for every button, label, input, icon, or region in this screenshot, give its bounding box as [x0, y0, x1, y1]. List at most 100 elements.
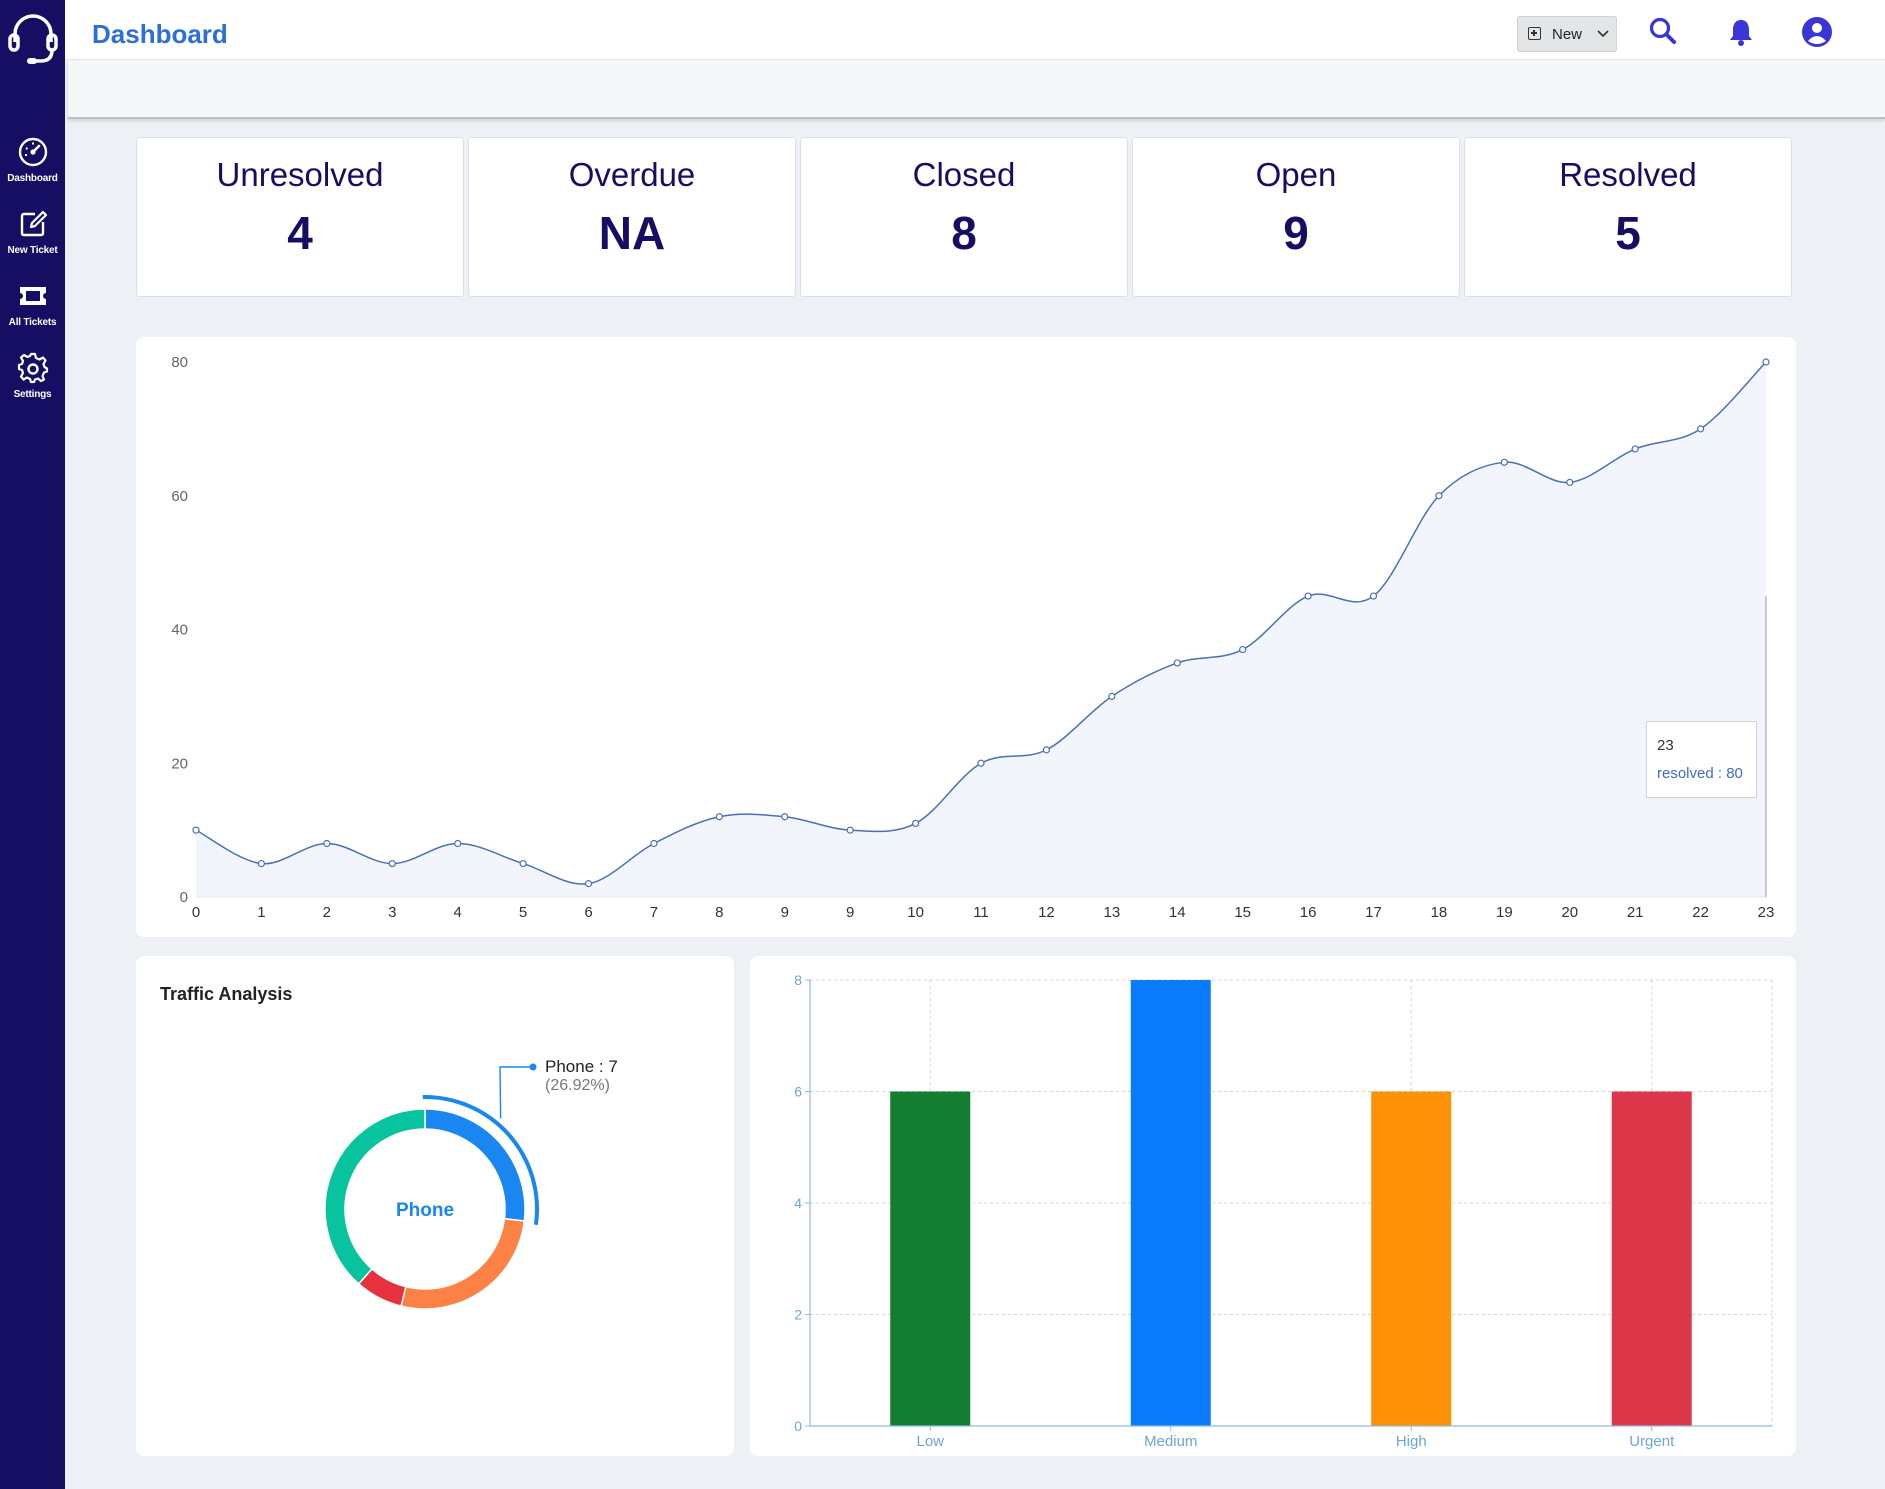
- x-tick-label: 6: [584, 904, 592, 921]
- donut-slice: [324, 1108, 426, 1285]
- y-tick-label: 2: [794, 1307, 802, 1323]
- data-point: [1042, 746, 1051, 754]
- stat-label: Unresolved: [216, 156, 384, 193]
- data-point: [650, 839, 658, 848]
- stat-card-resolved[interactable]: Resolved 5: [1464, 137, 1792, 297]
- data-point: [1108, 692, 1116, 700]
- stat-value: 5: [1615, 207, 1641, 259]
- sidebar-item-label: Settings: [13, 389, 52, 400]
- new-dropdown-button[interactable]: New: [1517, 16, 1617, 52]
- data-point: [257, 859, 266, 868]
- stat-value: 8: [951, 207, 977, 259]
- data-point: [715, 813, 723, 821]
- stat-value: 9: [1283, 207, 1309, 259]
- data-point: [584, 880, 593, 888]
- data-point: [1239, 645, 1247, 654]
- data-point: [1500, 458, 1508, 466]
- x-tick-label: 0: [192, 904, 200, 921]
- x-tick-label: 7: [650, 904, 658, 921]
- data-point: [1369, 592, 1378, 600]
- data-point: [1435, 492, 1443, 500]
- data-point: [977, 759, 985, 767]
- speedometer-icon: [18, 137, 47, 167]
- data-point: [1631, 445, 1639, 453]
- data-point: [1696, 425, 1705, 433]
- x-tick-label: 2: [323, 904, 331, 921]
- stat-card-overdue[interactable]: Overdue NA: [468, 137, 796, 297]
- x-tick-label: 11: [973, 904, 989, 921]
- y-tick-label: 0: [794, 1418, 802, 1434]
- sidebar-item-new-ticket[interactable]: New Ticket: [0, 208, 65, 256]
- x-tick-label: Low: [916, 1433, 944, 1450]
- top-bar: Dashboard New: [65, 0, 1885, 60]
- gear-icon: [17, 352, 48, 384]
- y-tick-label: 80: [171, 354, 188, 371]
- x-tick-label: 4: [453, 904, 461, 921]
- stat-label: Overdue: [568, 156, 696, 193]
- x-tick-label: Urgent: [1629, 1433, 1675, 1450]
- sidebar-item-all-tickets[interactable]: All Tickets: [0, 280, 65, 328]
- resolved-line-chart-panel: 0 20 40 60 80 0 1 2 3 4 5 6 7 8 9 9 10 11 12 13 14 15 16 17 18 19…: [136, 337, 1796, 937]
- data-point: [323, 839, 331, 848]
- y-tick-label: 60: [171, 488, 188, 505]
- stat-card-closed[interactable]: Closed 8: [800, 137, 1128, 297]
- stat-card-unresolved[interactable]: Unresolved 4: [136, 137, 464, 297]
- slice-label-leader-line: [499, 1066, 533, 1119]
- data-point: [911, 819, 920, 828]
- stat-label: Open: [1255, 156, 1337, 193]
- resolved-area-fill: [196, 362, 1766, 897]
- x-tick-label: 17: [1365, 904, 1382, 921]
- x-tick-label: 22: [1692, 904, 1709, 921]
- data-point: [846, 826, 854, 834]
- sidebar-item-label: New Ticket: [7, 245, 58, 256]
- x-tick-label: 10: [907, 904, 924, 921]
- data-point: [1173, 659, 1181, 667]
- x-tick-label: Medium: [1144, 1433, 1197, 1450]
- page-title: Dashboard: [92, 19, 228, 49]
- x-tick-label: 21: [1627, 904, 1644, 921]
- chevron-down-icon: [1597, 30, 1609, 38]
- x-tick-label: 19: [1496, 904, 1513, 921]
- donut-center-label: Phone: [396, 1200, 454, 1221]
- x-tick-label: 18: [1431, 904, 1448, 921]
- headset-logo-icon: [8, 14, 58, 64]
- slice-label-percent: (26.92%): [545, 1077, 610, 1094]
- user-icon[interactable]: [1800, 15, 1834, 49]
- x-tick-label: 14: [1169, 904, 1186, 921]
- sub-header-bar: [68, 60, 1885, 119]
- x-tick-label: 5: [519, 904, 527, 921]
- sidebar-item-label: All Tickets: [8, 317, 57, 328]
- sidebar-item-settings[interactable]: Settings: [0, 352, 65, 400]
- x-tick-label: 12: [1038, 904, 1055, 921]
- search-icon[interactable]: [1648, 16, 1678, 46]
- stat-card-open[interactable]: Open 9: [1132, 137, 1460, 297]
- resolved-line-chart: 0204060800 1 2 3 4 5 6 7 8 9 9 10 11 12 13 14 15 16 17 18 19…: [171, 354, 1774, 921]
- plus-square-icon: [1528, 27, 1541, 40]
- tooltip-x-label: 23: [1657, 737, 1674, 754]
- y-tick-label: 40: [171, 622, 188, 639]
- data-point: [454, 839, 462, 848]
- x-tick-label: 15: [1234, 904, 1251, 921]
- y-tick-label: 6: [794, 1084, 802, 1100]
- traffic-donut-chart: Phone Phone : 7(26.92%): [324, 1057, 618, 1310]
- x-tick-label: 9: [846, 904, 854, 921]
- bar-low: [890, 1091, 971, 1426]
- x-tick-label: 8: [715, 904, 723, 921]
- data-point: [1304, 592, 1312, 600]
- x-tick-label: High: [1396, 1433, 1427, 1450]
- bar-medium: [1130, 980, 1211, 1426]
- new-button-label: New: [1552, 26, 1583, 43]
- sidebar-item-dashboard[interactable]: Dashboard: [0, 136, 65, 184]
- sidebar: Dashboard New Ticket All Tickets Setting…: [0, 0, 65, 1489]
- stat-value: NA: [598, 207, 666, 259]
- data-point: [781, 813, 789, 821]
- donut-slice: [400, 1217, 526, 1310]
- x-tick-label: 3: [388, 904, 396, 921]
- x-tick-label: 9: [781, 904, 789, 921]
- slice-label-value: Phone : 7: [545, 1057, 618, 1076]
- priority-bar-chart: Low Medium High Urgent 0 2 4 6 8: [794, 972, 1773, 1450]
- edit-icon: [20, 210, 47, 237]
- y-tick-label: 20: [171, 755, 188, 772]
- y-tick-label: 4: [794, 1195, 802, 1211]
- bell-icon[interactable]: [1727, 17, 1755, 47]
